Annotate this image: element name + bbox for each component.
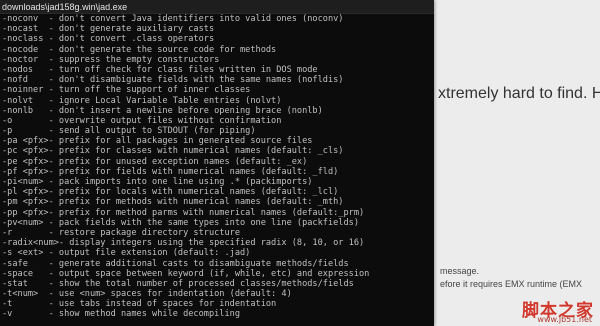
console-line: -t - use tabs instead of spaces for inde… [2, 299, 277, 310]
console-line: -radix<num>- display integers using the … [2, 238, 365, 249]
console-line: -stat - show the total number of process… [2, 278, 354, 289]
console-line: -pl <pfx>- prefix for locals with numeri… [2, 187, 339, 198]
console-line: -safe - generate additional casts to dis… [2, 258, 349, 269]
console-line: -pe <pfx>- prefix for unused exception n… [2, 156, 308, 167]
console-line: -pf <pfx>- prefix for fields with numeri… [2, 166, 339, 177]
console-line: -o - overwrite output files without conf… [2, 115, 282, 126]
console-line: -r - restore package directory structure [2, 227, 240, 238]
console-line: -pv<num> - pack fields with the same typ… [2, 217, 359, 228]
console-line: -pp <pfx>- prefix for method parms with … [2, 207, 365, 218]
console-line: -pa <pfx>- prefix for all packages in ge… [2, 136, 313, 147]
console-line: -noinner - turn off the support of inner… [2, 85, 251, 96]
console-line: -nolvt - ignore Local Variable Table ent… [2, 95, 282, 106]
console-line: -pi<num> - pack imports into one line us… [2, 177, 313, 187]
console-line: -p - send all output to STDOUT (for pipi… [2, 126, 256, 137]
console-line: -noctor - suppress the empty constructor… [2, 54, 220, 65]
console-line: -nonlb - don't insert a newline before o… [2, 105, 323, 116]
console-line: -noclass - don't convert .class operator… [2, 34, 215, 45]
background-text-line: message. [440, 266, 480, 276]
console-line: -nocode - don't generate the source code… [2, 44, 277, 55]
background-text-line: efore it requires EMX runtime (EMX [440, 279, 583, 289]
console-line: -space - output space between keyword (i… [2, 268, 370, 279]
console-line: -t<num> - use <num> spaces for indentati… [2, 289, 292, 300]
console-line: -v - show method names while decompiling [2, 309, 240, 320]
console-line: -pc <pfx>- prefix for classes with numer… [2, 146, 344, 157]
console-line: -nodos - turn off check for class files … [2, 64, 318, 75]
console-window[interactable]: downloads\jad158g.win\jad.exe -noconv - … [0, 0, 434, 326]
console-line: -pm <pfx>- prefix for methods with numer… [2, 197, 344, 208]
site-watermark: 脚本之家 www.jb51.net [514, 296, 598, 326]
watermark-url: www.jb51.net [537, 315, 592, 324]
window-title: downloads\jad158g.win\jad.exe [2, 2, 128, 12]
console-output[interactable]: -noconv - don't convert Java identifiers… [2, 14, 432, 326]
console-line: -nofd - don't disambiguate fields with t… [2, 75, 344, 86]
console-title-bar[interactable]: downloads\jad158g.win\jad.exe [0, 0, 434, 14]
console-line: -nocast - don't generate auxiliary casts [2, 24, 215, 35]
background-text-line: xtremely hard to find. He [438, 85, 600, 102]
console-line: -s <ext> - output file extension (defaul… [2, 248, 251, 259]
console-line: -noconv - don't convert Java identifiers… [2, 14, 344, 24]
